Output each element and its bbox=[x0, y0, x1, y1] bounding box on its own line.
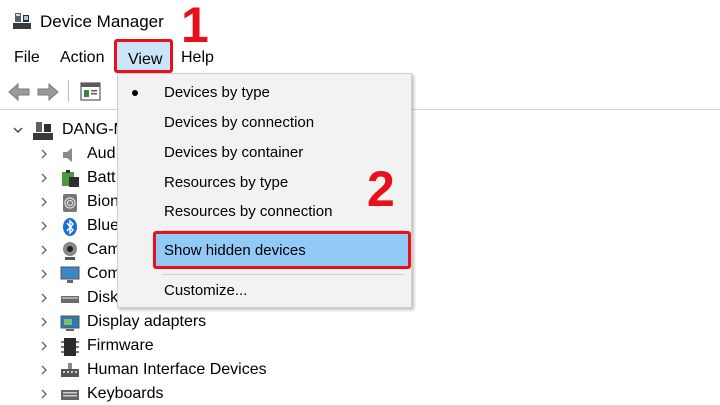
step-1-annotation: 1 bbox=[181, 0, 209, 53]
disk-drive-icon bbox=[61, 296, 79, 303]
monitor-icon bbox=[60, 266, 80, 283]
battery-icon bbox=[62, 170, 79, 187]
tree-item-firmware[interactable]: Firmware bbox=[0, 335, 720, 359]
chevron-right-icon[interactable] bbox=[38, 220, 50, 232]
keyboard-icon bbox=[61, 390, 79, 400]
chevron-right-icon[interactable] bbox=[38, 244, 50, 256]
chevron-down-icon[interactable] bbox=[12, 124, 24, 136]
tree-item-label: Disk bbox=[87, 289, 119, 306]
forward-arrow-icon[interactable] bbox=[36, 82, 60, 102]
menu-item-label: Devices by container bbox=[164, 144, 304, 161]
tree-item-label: Human Interface Devices bbox=[87, 361, 267, 378]
back-arrow-icon[interactable] bbox=[7, 82, 31, 102]
device-manager-icon bbox=[13, 13, 31, 29]
menu-item-label: Devices by connection bbox=[164, 114, 315, 131]
chevron-right-icon[interactable] bbox=[38, 196, 50, 208]
tree-item-label: Batt bbox=[87, 169, 116, 186]
menu-item-devices-by-connection[interactable]: Devices by connection bbox=[118, 109, 411, 137]
tree-item-label: Blue bbox=[87, 217, 120, 234]
step-2-annotation: 2 bbox=[367, 161, 395, 217]
tree-item-label: Aud bbox=[87, 145, 116, 162]
chevron-right-icon[interactable] bbox=[38, 268, 50, 280]
menu-item-label: Resources by type bbox=[164, 174, 289, 191]
menu-item-label: Devices by type bbox=[164, 84, 270, 101]
menu-item-devices-by-type[interactable]: Devices by type bbox=[118, 79, 411, 107]
menu-file[interactable]: File bbox=[14, 49, 40, 67]
chevron-right-icon[interactable] bbox=[38, 364, 50, 376]
menu-action[interactable]: Action bbox=[60, 49, 104, 67]
selected-bullet-icon bbox=[132, 90, 138, 96]
toolbar-separator bbox=[68, 80, 69, 102]
chevron-right-icon[interactable] bbox=[38, 172, 50, 184]
menu-view[interactable]: View bbox=[114, 39, 173, 73]
tree-item-label: Display adapters bbox=[87, 313, 207, 330]
tree-item-keyboards[interactable]: Keyboards bbox=[0, 383, 720, 405]
menu-item-label: Show hidden devices bbox=[164, 242, 306, 259]
computer-icon bbox=[33, 122, 53, 140]
display-adapter-icon bbox=[60, 315, 80, 331]
chevron-right-icon[interactable] bbox=[38, 316, 50, 328]
tree-item-label: Firmware bbox=[87, 337, 154, 354]
chevron-right-icon[interactable] bbox=[38, 292, 50, 304]
chevron-right-icon[interactable] bbox=[38, 388, 50, 400]
firmware-icon bbox=[61, 338, 79, 356]
tree-item-label: Com bbox=[87, 265, 121, 282]
menu-separator bbox=[162, 274, 404, 275]
tree-item-hid[interactable]: Human Interface Devices bbox=[0, 359, 720, 383]
menu-item-customize[interactable]: Customize... bbox=[118, 277, 411, 305]
window-title: Device Manager bbox=[40, 12, 164, 31]
menu-item-label: Customize... bbox=[164, 282, 248, 299]
tree-item-label: Keyboards bbox=[87, 385, 164, 402]
title-bar: Device Manager bbox=[0, 0, 720, 42]
menu-bar: File Action Help bbox=[0, 44, 720, 74]
speaker-icon bbox=[63, 148, 72, 162]
chevron-right-icon[interactable] bbox=[38, 340, 50, 352]
menu-item-show-hidden-devices[interactable]: Show hidden devices bbox=[153, 231, 411, 269]
bluetooth-icon bbox=[63, 218, 77, 236]
properties-icon[interactable] bbox=[80, 81, 102, 103]
menu-view-label: View bbox=[128, 51, 163, 68]
tree-item-label: Cam bbox=[87, 241, 121, 258]
device-manager-window: Device Manager File Action Help View DAN… bbox=[0, 0, 720, 405]
fingerprint-icon bbox=[63, 194, 77, 212]
hid-icon bbox=[61, 363, 79, 377]
menu-item-label: Resources by connection bbox=[164, 203, 333, 220]
tree-item-label: Bion bbox=[87, 193, 120, 210]
camera-icon bbox=[63, 242, 77, 260]
chevron-right-icon[interactable] bbox=[38, 148, 50, 160]
tree-item-display-adapters[interactable]: Display adapters bbox=[0, 311, 720, 335]
